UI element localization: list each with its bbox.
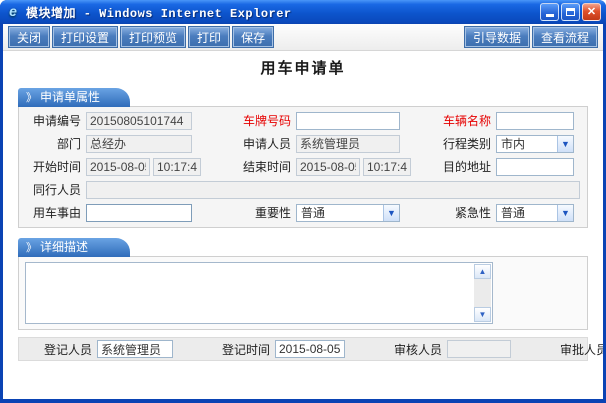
importance-select[interactable]: 普通 ▼: [296, 203, 400, 222]
registrant-field[interactable]: [97, 340, 173, 358]
register-time-field[interactable]: [275, 340, 345, 358]
window-title: 模块增加 - Windows Internet Explorer: [26, 6, 292, 21]
importance-value: 普通: [301, 206, 326, 220]
reviewer-label: 审核人员: [393, 342, 442, 357]
trip-type-select[interactable]: 市内 ▼: [496, 134, 574, 153]
scroll-up-icon[interactable]: ▲: [474, 264, 491, 279]
plate-no-label: 车牌号码: [242, 114, 291, 128]
minimize-button[interactable]: [540, 3, 559, 21]
scrollbar[interactable]: ▲ ▼: [474, 264, 491, 322]
companions-field[interactable]: [86, 180, 580, 199]
department-label: 部门: [56, 137, 81, 151]
print-button[interactable]: 打印: [188, 26, 231, 48]
vehicle-name-label: 车辆名称: [442, 114, 491, 128]
destination-label: 目的地址: [442, 160, 491, 174]
maximize-icon: [566, 8, 575, 16]
reason-label: 用车事由: [32, 206, 81, 220]
scroll-down-icon[interactable]: ▼: [474, 307, 491, 322]
view-flow-button[interactable]: 查看流程: [531, 26, 599, 48]
chevron-icon: 》: [26, 242, 37, 254]
department-field[interactable]: [86, 134, 192, 153]
title-bar: e 模块增加 - Windows Internet Explorer ✕: [0, 0, 606, 24]
urgency-value: 普通: [501, 206, 526, 220]
destination-field[interactable]: [496, 157, 574, 176]
apply-no-field[interactable]: [86, 111, 192, 130]
applicant-field[interactable]: [296, 134, 400, 153]
properties-panel: 申请编号 车牌号码 车辆名称 部门 申请人员 行程类别 市内: [18, 106, 588, 228]
section-tab-properties: 》申请单属性: [18, 88, 130, 107]
chevron-icon: 》: [26, 92, 37, 104]
plate-no-field[interactable]: [296, 111, 400, 130]
applicant-label: 申请人员: [242, 137, 291, 151]
ie-icon: e: [9, 3, 17, 19]
ie-window: e 模块增加 - Windows Internet Explorer ✕ 关闭 …: [0, 0, 606, 403]
maximize-button[interactable]: [561, 3, 580, 21]
trip-type-label: 行程类别: [442, 137, 491, 151]
end-time-label: 结束时间: [242, 160, 291, 174]
app-frame: 关闭 打印设置 打印预览 打印 保存 引导数据 查看流程 用车申请单 》申请单属…: [3, 24, 603, 399]
section-label: 申请单属性: [40, 90, 101, 104]
section-label: 详细描述: [40, 240, 89, 254]
end-date-field[interactable]: [296, 157, 360, 176]
print-preview-button[interactable]: 打印预览: [120, 26, 187, 48]
register-time-label: 登记时间: [221, 342, 270, 357]
chevron-down-icon[interactable]: ▼: [557, 135, 573, 152]
urgency-select[interactable]: 普通 ▼: [496, 203, 574, 222]
print-settings-button[interactable]: 打印设置: [52, 26, 119, 48]
chevron-down-icon[interactable]: ▼: [557, 204, 573, 221]
companions-label: 同行人员: [32, 183, 81, 197]
approver-label: 审批人员: [559, 342, 603, 357]
save-button[interactable]: 保存: [232, 26, 275, 48]
reviewer-field[interactable]: [447, 340, 511, 358]
close-button[interactable]: ✕: [582, 3, 601, 21]
description-textarea[interactable]: ▲ ▼: [25, 262, 493, 324]
reason-field[interactable]: [86, 203, 192, 222]
start-date-field[interactable]: [86, 157, 150, 176]
start-time-label: 开始时间: [32, 160, 81, 174]
footer-strip: 登记人员 登记时间 审核人员 审批人员: [18, 337, 603, 361]
minimize-icon: [545, 14, 554, 17]
toolbar: 关闭 打印设置 打印预览 打印 保存 引导数据 查看流程: [3, 24, 603, 51]
chevron-down-icon[interactable]: ▼: [383, 204, 399, 221]
close-form-button[interactable]: 关闭: [7, 26, 51, 48]
section-tab-description: 》详细描述: [18, 238, 130, 257]
page-title: 用车申请单: [260, 60, 346, 77]
urgency-label: 紧急性: [454, 206, 491, 220]
start-time-field[interactable]: [153, 157, 201, 176]
end-time-field[interactable]: [363, 157, 411, 176]
description-panel: ▲ ▼: [18, 256, 588, 330]
vehicle-name-field[interactable]: [496, 111, 574, 130]
guide-data-button[interactable]: 引导数据: [463, 26, 530, 48]
trip-type-value: 市内: [501, 137, 526, 151]
form-content: 用车申请单 》申请单属性 申请编号 车牌号码 车辆名称 部门 申请人员: [3, 51, 603, 399]
apply-no-label: 申请编号: [32, 114, 81, 128]
importance-label: 重要性: [254, 206, 291, 220]
close-icon: ✕: [586, 5, 597, 18]
registrant-label: 登记人员: [43, 342, 92, 357]
